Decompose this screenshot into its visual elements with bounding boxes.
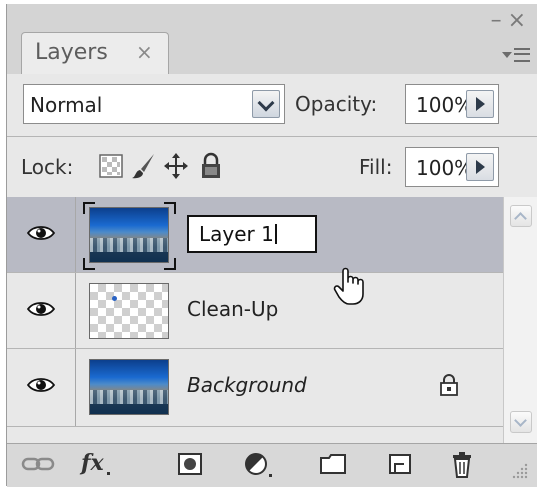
fill-slider-button[interactable] xyxy=(466,153,494,181)
layer-thumbnail[interactable] xyxy=(89,283,169,339)
lock-pixels-icon[interactable] xyxy=(131,152,157,184)
eye-icon[interactable] xyxy=(27,376,55,394)
blend-dropdown-button[interactable] xyxy=(252,90,280,118)
fill-field[interactable]: 100% xyxy=(405,147,499,187)
visibility-column xyxy=(7,273,76,348)
lock-position-icon[interactable] xyxy=(163,152,189,184)
layer-row-layer-1[interactable]: Layer 1 xyxy=(7,197,503,273)
tab-layers[interactable]: Layers × xyxy=(21,32,169,74)
selection-corner xyxy=(83,202,95,214)
lock-all-icon[interactable] xyxy=(199,152,223,184)
chevron-up-icon xyxy=(514,212,527,225)
layers-panel: –× Layers × Normal Opacity: 100% Lock: F… xyxy=(6,4,537,487)
dropdown-arrow-icon xyxy=(502,52,512,58)
minimize-icon[interactable]: – xyxy=(491,8,508,33)
panel-menu-button[interactable] xyxy=(502,44,532,68)
layer-name-input[interactable]: Layer 1 xyxy=(187,215,317,253)
svg-text:fx: fx xyxy=(79,450,104,476)
delete-layer-icon[interactable] xyxy=(451,452,473,482)
menu-lines-icon xyxy=(514,48,530,62)
lock-label: Lock: xyxy=(21,155,74,179)
blend-mode-select[interactable]: Normal xyxy=(23,84,285,124)
new-layer-icon[interactable] xyxy=(387,452,413,480)
layer-row-background[interactable]: Background xyxy=(7,349,503,427)
window-controls: –× xyxy=(491,8,532,33)
chevron-down-icon xyxy=(257,94,275,112)
visibility-column xyxy=(7,349,76,426)
scroll-up-button[interactable] xyxy=(510,205,532,227)
layer-name-text: Layer 1 xyxy=(199,222,274,246)
link-layers-icon[interactable] xyxy=(21,452,55,480)
hand-cursor-icon xyxy=(333,266,367,310)
scroll-down-button[interactable] xyxy=(510,411,532,433)
resize-grip-icon[interactable] xyxy=(511,462,529,484)
layer-row-clean-up[interactable]: Clean-Up xyxy=(7,273,503,349)
panel-header: –× Layers × xyxy=(7,4,537,74)
selection-corner xyxy=(83,258,95,270)
lock-icon xyxy=(439,373,459,401)
blend-row: Normal Opacity: 100% xyxy=(7,74,537,137)
fill-label: Fill: xyxy=(359,155,393,179)
adjustment-layer-icon[interactable] xyxy=(243,452,275,484)
layers-toolbar: fx xyxy=(7,443,537,487)
layer-thumbnail[interactable] xyxy=(89,359,169,415)
chevron-down-icon xyxy=(514,414,527,427)
visibility-column xyxy=(7,197,76,272)
layers-scrollbar[interactable] xyxy=(503,197,537,443)
opacity-label: Opacity: xyxy=(295,92,378,116)
fill-value: 100% xyxy=(416,156,474,180)
add-mask-icon[interactable] xyxy=(177,452,203,480)
close-icon[interactable]: × xyxy=(508,8,532,33)
selection-corner xyxy=(164,202,176,214)
eye-icon[interactable] xyxy=(27,300,55,318)
opacity-value: 100% xyxy=(416,93,474,117)
new-group-icon[interactable] xyxy=(319,452,347,480)
content-dot xyxy=(112,296,117,301)
layer-name[interactable]: Background xyxy=(187,373,307,397)
eye-icon[interactable] xyxy=(27,224,55,242)
lock-transparency-icon[interactable] xyxy=(99,154,123,182)
layer-style-fx-icon[interactable]: fx xyxy=(79,448,113,482)
opacity-field[interactable]: 100% xyxy=(405,84,499,124)
selection-corner xyxy=(164,258,176,270)
lock-row: Lock: Fill: 100% xyxy=(7,137,537,198)
layer-name[interactable]: Clean-Up xyxy=(187,297,278,321)
text-caret xyxy=(274,224,277,244)
layer-thumbnail[interactable] xyxy=(89,207,169,263)
blend-mode-value: Normal xyxy=(30,93,103,117)
opacity-slider-button[interactable] xyxy=(466,90,494,118)
tab-close-icon[interactable]: × xyxy=(136,40,153,64)
tab-label: Layers xyxy=(35,40,108,65)
